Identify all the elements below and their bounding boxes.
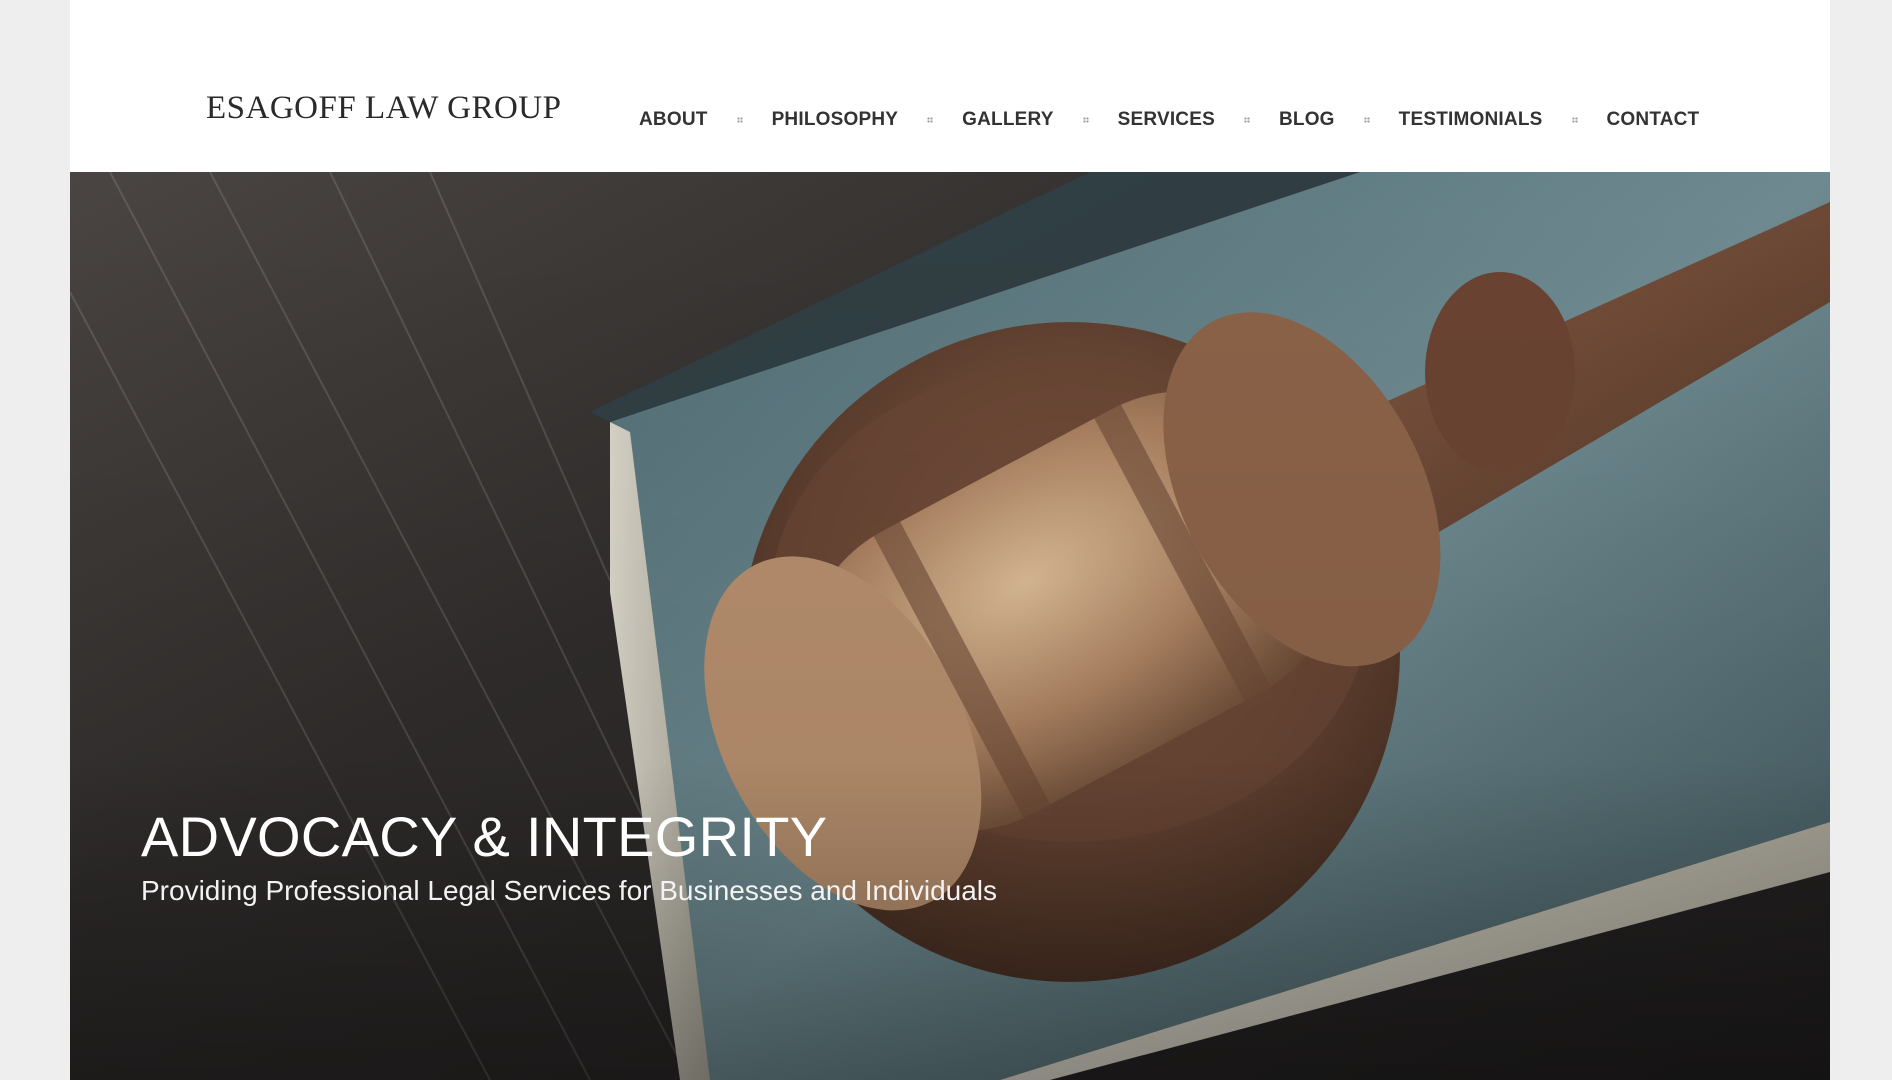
nav-item-blog[interactable]: BLOG [1279,109,1335,131]
site-logo[interactable]: ESAGOFF LAW GROUP [206,90,561,127]
hero-title: ADVOCACY & INTEGRITY [141,805,828,868]
site-header: ESAGOFF LAW GROUP ABOUT PHILOSOPHY GALLE… [70,0,1830,172]
hero-gavel-image [70,172,1830,1080]
nav-separator [1082,117,1089,123]
nav-item-contact[interactable]: CONTACT [1607,109,1700,131]
page-container: ESAGOFF LAW GROUP ABOUT PHILOSOPHY GALLE… [70,0,1830,1080]
nav-item-testimonials[interactable]: TESTIMONIALS [1399,109,1543,131]
nav-item-philosophy[interactable]: PHILOSOPHY [772,109,899,131]
nav-separator [1243,117,1250,123]
nav-item-gallery[interactable]: GALLERY [962,109,1053,131]
nav-separator [736,117,743,123]
nav-separator [1363,117,1370,123]
hero-subtitle: Providing Professional Legal Services fo… [141,875,998,906]
nav-separator [927,117,934,123]
nav-item-about[interactable]: ABOUT [639,109,708,131]
nav-separator [1571,117,1578,123]
nav-item-services[interactable]: SERVICES [1118,109,1215,131]
main-nav: ABOUT PHILOSOPHY GALLERY SERVICES BLOG T… [639,106,1699,134]
hero-banner: ADVOCACY & INTEGRITY Providing Professio… [70,172,1830,1080]
